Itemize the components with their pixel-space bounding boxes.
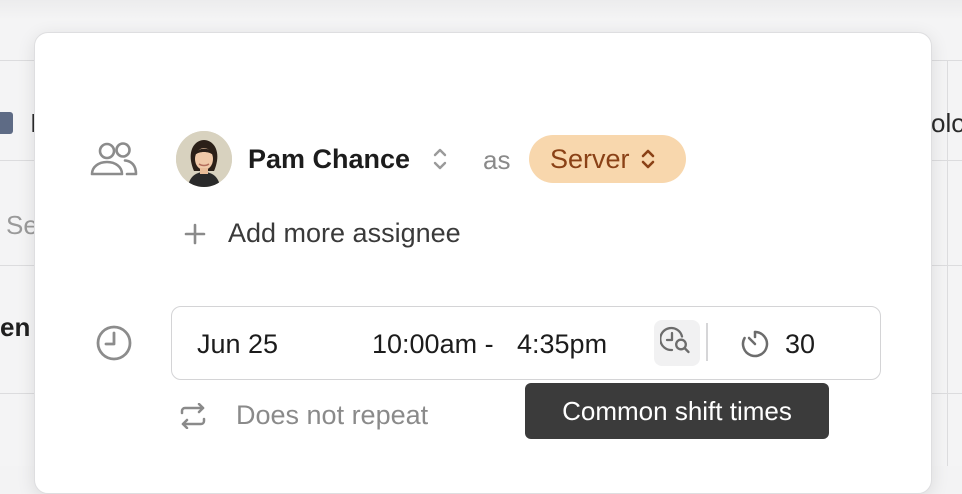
background-top-bar: [0, 0, 962, 20]
shift-time-field[interactable]: Jun 25 10:00am - 4:35pm 30: [171, 306, 881, 380]
repeat-label: Does not repeat: [236, 400, 429, 430]
background-color-chip: [0, 112, 13, 134]
shift-date[interactable]: Jun 25: [197, 328, 278, 360]
clock-icon: [95, 324, 133, 367]
common-shift-times-button[interactable]: [654, 320, 700, 366]
shift-start-time[interactable]: 10:00am -: [372, 328, 494, 360]
role-selector[interactable]: Server: [529, 135, 686, 183]
background-name-fragment: en: [0, 312, 31, 342]
assignee-name[interactable]: Pam Chance: [248, 143, 410, 175]
clock-search-icon: [659, 326, 694, 361]
assignee-selector-chevron-icon[interactable]: [431, 145, 449, 173]
common-shift-times-tooltip: Common shift times: [525, 383, 829, 439]
users-icon: [89, 141, 139, 182]
repeat-selector[interactable]: Does not repeat: [178, 400, 428, 431]
shift-end-time[interactable]: 4:35pm: [517, 328, 607, 360]
add-assignee-button[interactable]: Add more assignee: [182, 218, 461, 249]
repeat-icon: [178, 402, 208, 429]
chevron-up-down-icon: [640, 146, 656, 172]
background-column-fragment: olo: [931, 108, 962, 138]
as-label: as: [483, 145, 511, 175]
plus-icon: [182, 221, 208, 247]
break-minutes[interactable]: 30: [785, 328, 815, 360]
avatar[interactable]: [176, 131, 232, 187]
field-divider: [706, 323, 708, 361]
timer-icon: [740, 329, 770, 364]
role-label: Server: [550, 143, 630, 174]
add-assignee-label: Add more assignee: [228, 218, 461, 248]
